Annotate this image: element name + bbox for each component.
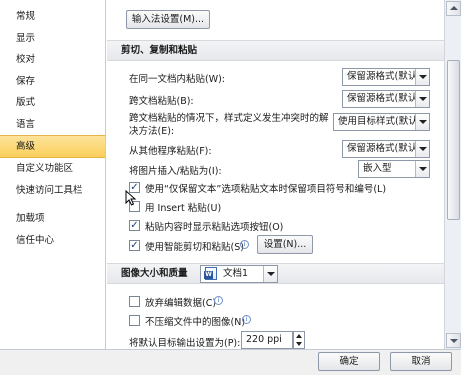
sidebar-item-save[interactable]: 保存	[0, 71, 105, 93]
sidebar-item-quick-access-toolbar[interactable]: 快速访问工具栏	[0, 180, 105, 202]
style-conflict-label-line2: 决方法(E):	[129, 126, 175, 137]
cut-copy-paste-heading: 剪切、复制和粘贴	[107, 40, 444, 61]
style-conflict-label-line1: 跨文档粘贴的情况下，样式定义发生冲突时的解	[129, 113, 329, 124]
discard-editing-data-label: 放弃编辑数据(C)	[145, 298, 217, 309]
info-icon: i	[214, 296, 223, 305]
dropdown-arrow-icon	[415, 91, 429, 107]
paste-from-other-programs-label: 从其他程序粘贴(F):	[129, 146, 212, 157]
show-paste-options-checkbox[interactable]: ✓	[129, 220, 140, 231]
paste-between-documents-select[interactable]: 保留源格式(默认)	[342, 90, 430, 108]
mouse-cursor-icon	[125, 190, 137, 206]
cancel-button[interactable]: 取消	[390, 352, 452, 371]
default-target-output-select[interactable]: 220 ppi	[241, 331, 293, 349]
insert-picture-as-value: 嵌入型	[363, 163, 392, 174]
sidebar-item-add-ins[interactable]: 加载项	[0, 208, 105, 230]
info-icon: i	[242, 315, 251, 324]
document-icon	[204, 267, 217, 280]
image-size-quality-title: 图像大小和质量	[121, 268, 188, 279]
sidebar-item-trust-center[interactable]: 信任中心	[0, 230, 105, 252]
scrollbar-thumb[interactable]	[447, 60, 460, 220]
style-conflict-select[interactable]: 使用目标样式(默认)	[333, 113, 430, 131]
smart-cut-paste-label: 使用智能剪切和粘贴(S)	[145, 242, 244, 253]
ok-button[interactable]: 确定	[318, 352, 380, 371]
style-conflict-value: 使用目标样式(默认)	[338, 116, 422, 127]
paste-from-other-programs-select[interactable]: 保留源格式(默认)	[342, 140, 430, 158]
sidebar-item-general[interactable]: 常规	[0, 6, 105, 28]
paste-between-documents-label: 跨文档粘贴(B):	[129, 96, 194, 107]
default-target-output-label: 将默认目标输出设置为(P):	[129, 338, 241, 349]
paste-from-other-programs-value: 保留源格式(默认)	[347, 143, 421, 154]
dropdown-arrow-icon	[415, 141, 429, 157]
dropdown-arrow-icon	[415, 161, 429, 177]
paste-within-document-label: 在同一文档内粘贴(W):	[129, 74, 226, 85]
dropdown-arrow-icon	[263, 266, 277, 282]
vertical-scrollbar[interactable]	[444, 0, 461, 349]
do-not-compress-checkbox[interactable]	[129, 315, 140, 326]
image-quality-document-select[interactable]: 文档1	[200, 265, 278, 283]
keep-bullets-label: 使用“仅保留文本”选项粘贴文本时保留项目符号和编号(L)	[145, 184, 387, 195]
info-icon: i	[240, 240, 249, 249]
dropdown-arrow-icon	[415, 114, 429, 130]
insert-picture-as-select[interactable]: 嵌入型	[358, 160, 430, 178]
ppi-spin-arrows-icon[interactable]	[293, 331, 305, 349]
sidebar-item-display[interactable]: 显示	[0, 28, 105, 50]
scroll-down-arrow-icon[interactable]	[446, 333, 461, 348]
default-target-output-value: 220 ppi	[246, 334, 282, 345]
paste-between-documents-value: 保留源格式(默认)	[347, 93, 421, 104]
sidebar-item-language[interactable]: 语言	[0, 114, 105, 136]
sidebar-item-advanced[interactable]: 高级	[0, 135, 105, 158]
sidebar-item-customize-ribbon[interactable]: 自定义功能区	[0, 158, 105, 180]
dialog-button-bar: 确定 取消	[0, 349, 461, 375]
image-quality-document-value: 文档1	[223, 268, 249, 279]
advanced-options-panel: 输入法设置(M)... 剪切、复制和粘贴 在同一文档内粘贴(W): 保留源格式(…	[107, 0, 444, 349]
scroll-up-arrow-icon[interactable]	[446, 1, 461, 16]
smart-cut-settings-button[interactable]: 设置(N)...	[257, 235, 313, 254]
sidebar-item-proofing[interactable]: 校对	[0, 49, 105, 71]
insert-picture-as-label: 将图片插入/粘贴为(I):	[129, 166, 222, 177]
use-insert-key-label: 用 Insert 粘贴(U)	[145, 203, 222, 214]
smart-cut-paste-checkbox[interactable]: ✓	[129, 240, 140, 251]
paste-within-document-value: 保留源格式(默认)	[347, 71, 421, 82]
do-not-compress-label: 不压缩文件中的图像(N)	[145, 317, 246, 328]
ime-settings-button[interactable]: 输入法设置(M)...	[126, 10, 210, 29]
discard-editing-data-checkbox[interactable]	[129, 296, 140, 307]
paste-within-document-select[interactable]: 保留源格式(默认)	[342, 68, 430, 86]
sidebar-item-layout[interactable]: 版式	[0, 92, 105, 114]
options-category-sidebar: 常规 显示 校对 保存 版式 语言 高级 自定义功能区 快速访问工具栏 加载项 …	[0, 0, 106, 349]
show-paste-options-label: 粘贴内容时显示粘贴选项按钮(O)	[145, 222, 284, 233]
dropdown-arrow-icon	[415, 69, 429, 85]
